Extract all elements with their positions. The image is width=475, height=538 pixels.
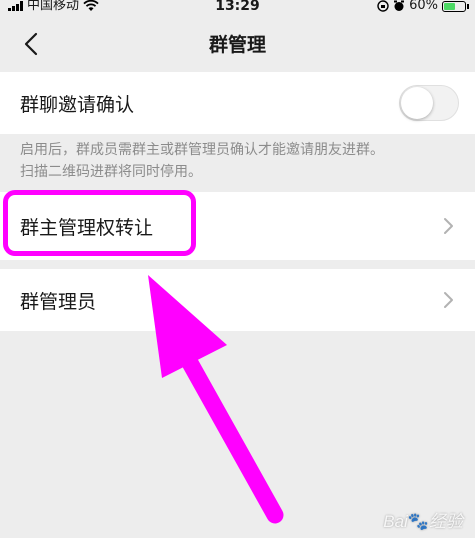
invite-confirm-row: 群聊邀请确认 (0, 72, 475, 134)
highlight-box (3, 190, 196, 256)
toggle-knob (401, 87, 433, 119)
invite-confirm-label: 群聊邀请确认 (20, 93, 135, 116)
chevron-right-icon (444, 292, 453, 308)
watermark-logo: Bai🐾经验 (383, 512, 463, 531)
battery-fill (444, 2, 456, 10)
invite-confirm-toggle[interactable] (399, 85, 459, 121)
battery-icon (442, 0, 466, 12)
alarm-icon (394, 0, 405, 11)
status-right: 60% (377, 0, 469, 13)
group-admins-row[interactable]: 群管理员 (0, 269, 475, 331)
description-line-1: 启用后，群成员需群主或群管理员确认才能邀请朋友进群。 (20, 142, 384, 158)
chevron-right-icon (444, 218, 453, 234)
battery-percent: 60% (409, 0, 438, 13)
nav-bar: 群管理 (0, 14, 475, 74)
rotation-lock-icon (377, 0, 389, 12)
invite-description: 启用后，群成员需群主或群管理员确认才能邀请朋友进群。 扫描二维码进群将同时停用。 (20, 139, 460, 183)
page-title: 群管理 (208, 34, 266, 56)
description-line-2: 扫描二维码进群将同时停用。 (20, 164, 202, 180)
group-admins-label: 群管理员 (20, 290, 97, 313)
battery-nub (467, 3, 469, 9)
status-bar: 中国移动 13:29 60% (0, 0, 475, 14)
